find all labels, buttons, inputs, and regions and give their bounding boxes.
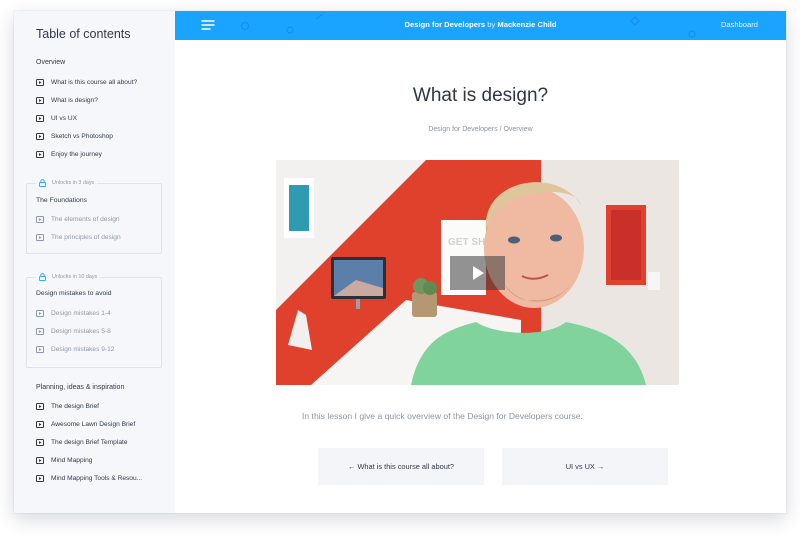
lesson-label: Enjoy the journey bbox=[51, 150, 102, 158]
lesson-label: UI vs UX bbox=[51, 114, 78, 122]
breadcrumb-section[interactable]: Overview bbox=[503, 126, 532, 133]
video-lesson-icon bbox=[36, 78, 44, 86]
unlock-notice: Unlocks in 3 days bbox=[36, 179, 98, 187]
video-lesson-icon bbox=[36, 438, 44, 446]
video-lesson-icon bbox=[36, 420, 44, 428]
lesson-label: Mind Mapping Tools & Resou... bbox=[51, 474, 143, 482]
page-title: What is design? bbox=[412, 85, 549, 106]
video-lesson-icon bbox=[36, 233, 44, 241]
lock-icon bbox=[39, 179, 46, 187]
unlock-notice: Unlocks in 10 days bbox=[36, 273, 101, 281]
lesson-item[interactable]: What is this course all about? bbox=[36, 76, 137, 88]
locked-lesson-item[interactable]: Design mistakes 5-8 bbox=[36, 325, 111, 337]
author-name: Mackenzie Child bbox=[497, 20, 557, 29]
locked-lesson-item[interactable]: Design mistakes 9-12 bbox=[36, 343, 114, 355]
lesson-label: The design Brief Template bbox=[51, 438, 128, 446]
video-lesson-icon bbox=[36, 132, 44, 140]
video-lesson-icon bbox=[36, 114, 44, 122]
decorative-shape bbox=[688, 30, 696, 38]
lock-icon bbox=[39, 273, 46, 281]
previous-lesson-button[interactable]: ← What is this course all about? bbox=[318, 448, 484, 485]
locked-lesson-item[interactable]: The elements of design bbox=[36, 213, 120, 225]
lesson-item[interactable]: What is design? bbox=[36, 94, 98, 106]
next-lesson-button[interactable]: UI vs UX → bbox=[502, 448, 668, 485]
lesson-item[interactable]: Mind Mapping Tools & Resou... bbox=[36, 472, 142, 484]
lesson-label: The design Brief bbox=[51, 402, 100, 410]
lesson-item[interactable]: Enjoy the journey bbox=[36, 148, 102, 160]
locked-lesson-item[interactable]: Design mistakes 1-4 bbox=[36, 307, 111, 319]
locked-lesson-item[interactable]: The principles of design bbox=[36, 231, 121, 243]
lesson-item[interactable]: The design Brief bbox=[36, 400, 99, 412]
locked-section-mistakes: Unlocks in 10 days Design mistakes to av… bbox=[26, 273, 162, 368]
lesson-description: In this lesson I give a quick overview o… bbox=[302, 411, 583, 421]
unlock-text: Unlocks in 10 days bbox=[52, 274, 98, 280]
dashboard-link[interactable]: Dashboard bbox=[721, 20, 758, 29]
lesson-item[interactable]: Mind Mapping bbox=[36, 454, 92, 466]
main-content: What is design? Design for Developers / … bbox=[175, 40, 786, 513]
lesson-label: Design mistakes 9-12 bbox=[51, 345, 115, 353]
lesson-label: Design mistakes 1-4 bbox=[51, 309, 111, 317]
video-lesson-icon bbox=[36, 402, 44, 410]
lesson-label: What is design? bbox=[51, 96, 98, 104]
course-name: Design for Developers bbox=[404, 20, 486, 29]
lesson-item[interactable]: Awesome Lawn Design Brief bbox=[36, 418, 135, 430]
video-lesson-icon bbox=[36, 327, 44, 335]
by-label: by bbox=[487, 20, 496, 29]
locked-section-title: Design mistakes to avoid bbox=[36, 290, 112, 297]
lesson-item[interactable]: UI vs UX bbox=[36, 112, 77, 124]
section-heading-overview: Overview bbox=[36, 59, 66, 66]
unlock-text: Unlocks in 3 days bbox=[52, 180, 95, 186]
play-icon bbox=[472, 266, 484, 280]
lesson-label: Awesome Lawn Design Brief bbox=[51, 420, 136, 428]
locked-section-foundations: Unlocks in 3 days The Foundations The el… bbox=[26, 179, 162, 254]
breadcrumb-course[interactable]: Design for Developers bbox=[428, 126, 497, 133]
lesson-label: Mind Mapping bbox=[51, 456, 93, 464]
course-brand[interactable]: Design for Developers by Mackenzie Child bbox=[175, 20, 786, 29]
lesson-label: What is this course all about? bbox=[51, 78, 138, 86]
locked-section-title: The Foundations bbox=[36, 197, 88, 204]
video-lesson-icon bbox=[36, 345, 44, 353]
video-lesson-icon bbox=[36, 150, 44, 158]
lesson-item[interactable]: Sketch vs Photoshop bbox=[36, 130, 113, 142]
play-button[interactable] bbox=[450, 256, 505, 290]
video-lesson-icon bbox=[36, 474, 44, 482]
video-lesson-icon bbox=[36, 456, 44, 464]
app-window: Table of contents Overview What is this … bbox=[14, 11, 786, 513]
lesson-label: Sketch vs Photoshop bbox=[51, 132, 113, 140]
lesson-label: The principles of design bbox=[51, 233, 121, 241]
video-lesson-icon bbox=[36, 96, 44, 104]
lesson-item[interactable]: The design Brief Template bbox=[36, 436, 127, 448]
video-lesson-icon bbox=[36, 215, 44, 223]
sidebar: Table of contents Overview What is this … bbox=[14, 11, 176, 513]
video-player[interactable]: GET SHIT bbox=[276, 160, 679, 385]
top-bar: Design for Developers by Mackenzie Child… bbox=[175, 11, 786, 40]
breadcrumb: Design for Developers / Overview bbox=[175, 126, 786, 133]
video-lesson-icon bbox=[36, 309, 44, 317]
breadcrumb-separator: / bbox=[499, 126, 502, 133]
toc-title: Table of contents bbox=[36, 27, 131, 41]
section-heading-planning: Planning, ideas & inspiration bbox=[36, 384, 125, 391]
lesson-label: Design mistakes 5-8 bbox=[51, 327, 111, 335]
lesson-label: The elements of design bbox=[51, 215, 120, 223]
